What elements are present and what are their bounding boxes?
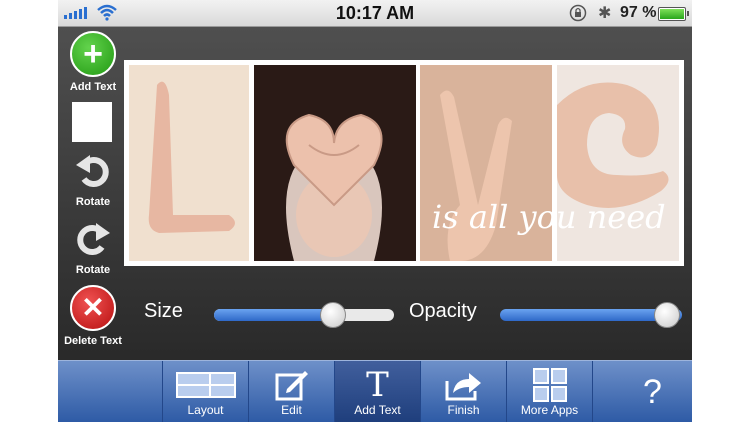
opacity-slider-thumb[interactable] [654, 302, 680, 328]
help-button[interactable]: ? [592, 361, 692, 422]
more-apps-button[interactable]: More Apps [506, 361, 592, 422]
rotation-lock-icon [569, 4, 587, 22]
plus-icon: + [70, 31, 116, 77]
size-slider-thumb[interactable] [320, 302, 346, 328]
status-bar: 10:17 AM ✱ 97 % [58, 0, 692, 27]
layout-button[interactable]: Layout [162, 361, 248, 422]
add-text-button[interactable]: + Add Text [58, 31, 128, 93]
size-slider-fill [214, 309, 326, 321]
layout-icon [175, 372, 236, 398]
rotate-right-button[interactable]: Rotate [58, 215, 128, 276]
size-slider[interactable] [214, 302, 394, 328]
add-text-label: Add Text [69, 81, 117, 93]
photo-hand-l [129, 65, 249, 261]
edit-icon [275, 371, 308, 401]
status-time: 10:17 AM [335, 3, 415, 23]
rotate-right-label: Rotate [75, 264, 111, 276]
finish-button[interactable]: Finish [420, 361, 506, 422]
share-icon [445, 373, 481, 401]
overlay-text[interactable]: is all you need [432, 198, 666, 236]
bottom-toolbar: Layout Edit T Add Text Finish More Apps … [58, 360, 692, 422]
editor-canvas: + Add Text Rotate Rotate ✕ Delete Text i… [58, 27, 692, 360]
finish-label: Finish [447, 403, 480, 417]
edit-button[interactable]: Edit [248, 361, 334, 422]
photo-heart-hands [254, 65, 416, 261]
rotate-left-label: Rotate [75, 196, 111, 208]
delete-text-button[interactable]: ✕ Delete Text [58, 285, 128, 347]
grid-icon [532, 368, 567, 402]
rotate-right-icon [77, 223, 110, 255]
delete-text-label: Delete Text [64, 335, 122, 347]
text-icon: T [366, 365, 389, 405]
size-label: Size [144, 300, 183, 322]
opacity-slider[interactable] [500, 302, 682, 328]
more-apps-label: More Apps [520, 403, 579, 417]
photo-collage[interactable]: is all you need [124, 60, 684, 266]
opacity-label: Opacity [409, 300, 477, 322]
app-window: 10:17 AM ✱ 97 % + Add Text Rotate Rotate… [58, 0, 692, 422]
add-text-tab-label: Add Text [354, 403, 401, 417]
rotate-left-icon [76, 155, 109, 187]
battery-percent: 97 % [620, 4, 657, 21]
edit-label: Edit [281, 403, 302, 417]
rotate-left-button[interactable]: Rotate [58, 147, 128, 208]
battery-icon [658, 7, 689, 21]
layout-label: Layout [187, 403, 224, 417]
add-text-tab[interactable]: T Add Text [334, 361, 420, 422]
text-color-swatch[interactable] [72, 102, 112, 142]
close-icon: ✕ [70, 285, 116, 331]
bluetooth-icon: ✱ [598, 5, 612, 22]
help-icon: ? [643, 373, 662, 411]
